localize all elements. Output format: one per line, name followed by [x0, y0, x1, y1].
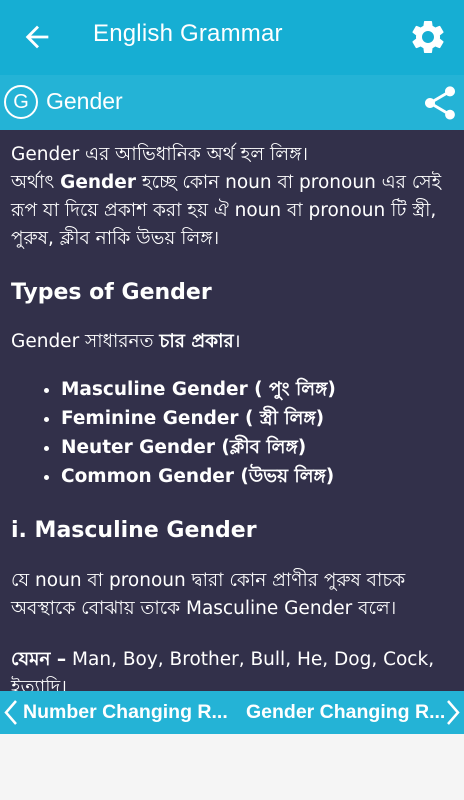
arrow-left-icon[interactable] [20, 20, 54, 54]
example-paragraph: যেমন – Man, Boy, Brother, Bull, He, Dog,… [11, 646, 457, 691]
gear-icon[interactable] [408, 17, 448, 57]
chapter-nav-bar: Number Changing R... Gender Changing R..… [0, 691, 464, 734]
example-text: Man, Boy, Brother, Bull, He, Dog, Cock, … [11, 649, 435, 691]
types-intro-suffix: । [233, 331, 241, 352]
types-intro-bold: চার প্রকার [159, 331, 234, 352]
prev-chapter-link[interactable]: Number Changing R... [23, 701, 228, 724]
article-content: Gender এর আভিধানিক অর্থ হল লিঙ্গ। অর্থাৎ… [0, 130, 464, 691]
intro-line1: Gender এর আভিধানিক অর্থ হল লিঙ্গ। [11, 144, 308, 165]
masculine-definition: যে noun বা pronoun দ্বারা কোন প্রাণীর পু… [11, 570, 406, 619]
list-item: Masculine Gender ( পুং লিঙ্গ) [61, 375, 464, 404]
list-item: Feminine Gender ( স্ত্রী লিঙ্গ) [61, 404, 464, 433]
types-intro-prefix: Gender সাধারনত [11, 331, 160, 352]
types-intro: Gender সাধারনত চার প্রকার। [11, 328, 457, 356]
types-list: Masculine Gender ( পুং লিঙ্গ) Feminine G… [30, 375, 464, 491]
intro-line2-bold: Gender [60, 172, 136, 193]
masculine-heading: i. Masculine Gender [11, 518, 257, 543]
app-bar: English Grammar [0, 0, 464, 75]
chevron-left-icon[interactable] [3, 699, 19, 726]
app-title: English Grammar [93, 20, 283, 47]
next-chapter-link[interactable]: Gender Changing R... [246, 701, 445, 724]
example-label: যেমন – [11, 649, 67, 670]
topic-bar: G Gender [0, 75, 464, 130]
list-item: Common Gender (উভয় লিঙ্গ) [61, 462, 464, 491]
topic-badge: G [4, 85, 38, 119]
topic-title: Gender [46, 88, 123, 114]
chevron-right-icon[interactable] [445, 699, 461, 726]
intro-line2-prefix: অর্থাৎ [11, 172, 61, 193]
list-item: Neuter Gender (ক্লীব লিঙ্গ) [61, 433, 464, 462]
types-heading: Types of Gender [11, 280, 212, 305]
intro-paragraph: Gender এর আভিধানিক অর্থ হল লিঙ্গ। অর্থাৎ… [11, 141, 457, 253]
share-icon[interactable] [420, 83, 460, 123]
footer-area [0, 734, 464, 800]
